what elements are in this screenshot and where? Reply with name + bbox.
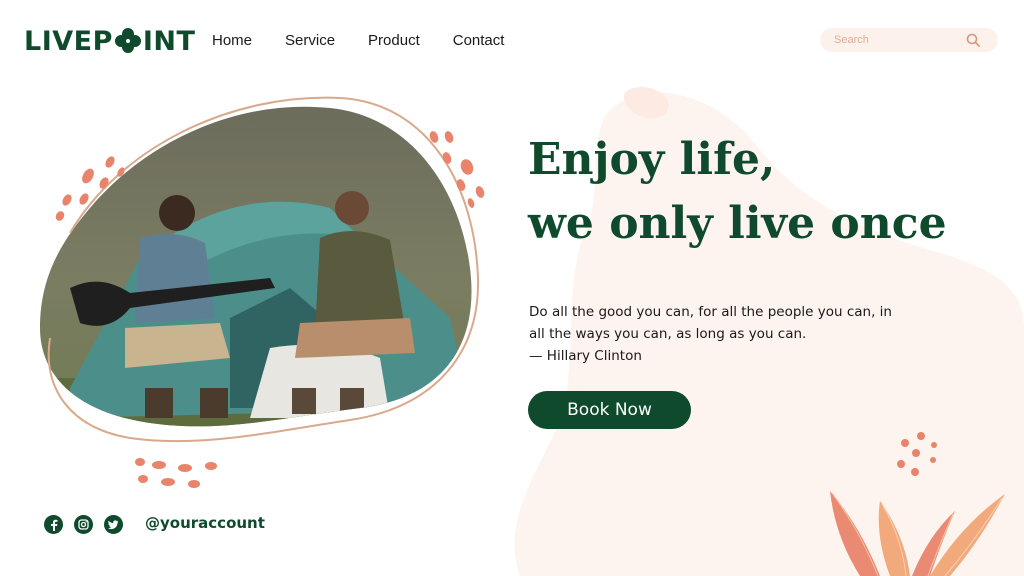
quote-line-1: Do all the good you can, for all the peo… bbox=[529, 304, 892, 320]
social-handle[interactable]: @youraccount bbox=[145, 514, 265, 532]
main-nav: Home Service Product Contact bbox=[212, 32, 537, 49]
hero-headline: Enjoy life, we only live once bbox=[528, 128, 947, 256]
header: LIVEP INT Home Service Product Contact bbox=[0, 0, 1024, 82]
clover-icon bbox=[114, 28, 141, 53]
logo-text-left: LIVEP bbox=[24, 25, 113, 57]
nav-contact[interactable]: Contact bbox=[453, 32, 505, 49]
twitter-icon[interactable] bbox=[104, 515, 123, 534]
social-links bbox=[44, 515, 134, 534]
nav-product[interactable]: Product bbox=[368, 32, 420, 49]
search-icon[interactable] bbox=[966, 33, 980, 47]
quote-author: — Hillary Clinton bbox=[529, 348, 642, 364]
logo-text-right: INT bbox=[142, 25, 196, 57]
nav-service[interactable]: Service bbox=[285, 32, 335, 49]
quote-line-2: all the ways you can, as long as you can… bbox=[529, 326, 807, 342]
instagram-icon[interactable] bbox=[74, 515, 93, 534]
leaves-decoration bbox=[830, 491, 1005, 576]
hero-quote: Do all the good you can, for all the peo… bbox=[529, 301, 909, 367]
nav-home[interactable]: Home bbox=[212, 32, 252, 49]
brand-logo[interactable]: LIVEP INT bbox=[24, 24, 195, 58]
facebook-icon[interactable] bbox=[44, 515, 63, 534]
book-now-button[interactable]: Book Now bbox=[528, 391, 691, 429]
headline-line-2: we only live once bbox=[528, 198, 947, 249]
headline-line-1: Enjoy life, bbox=[528, 134, 776, 185]
search-bar bbox=[820, 28, 998, 52]
search-input[interactable] bbox=[834, 32, 964, 48]
